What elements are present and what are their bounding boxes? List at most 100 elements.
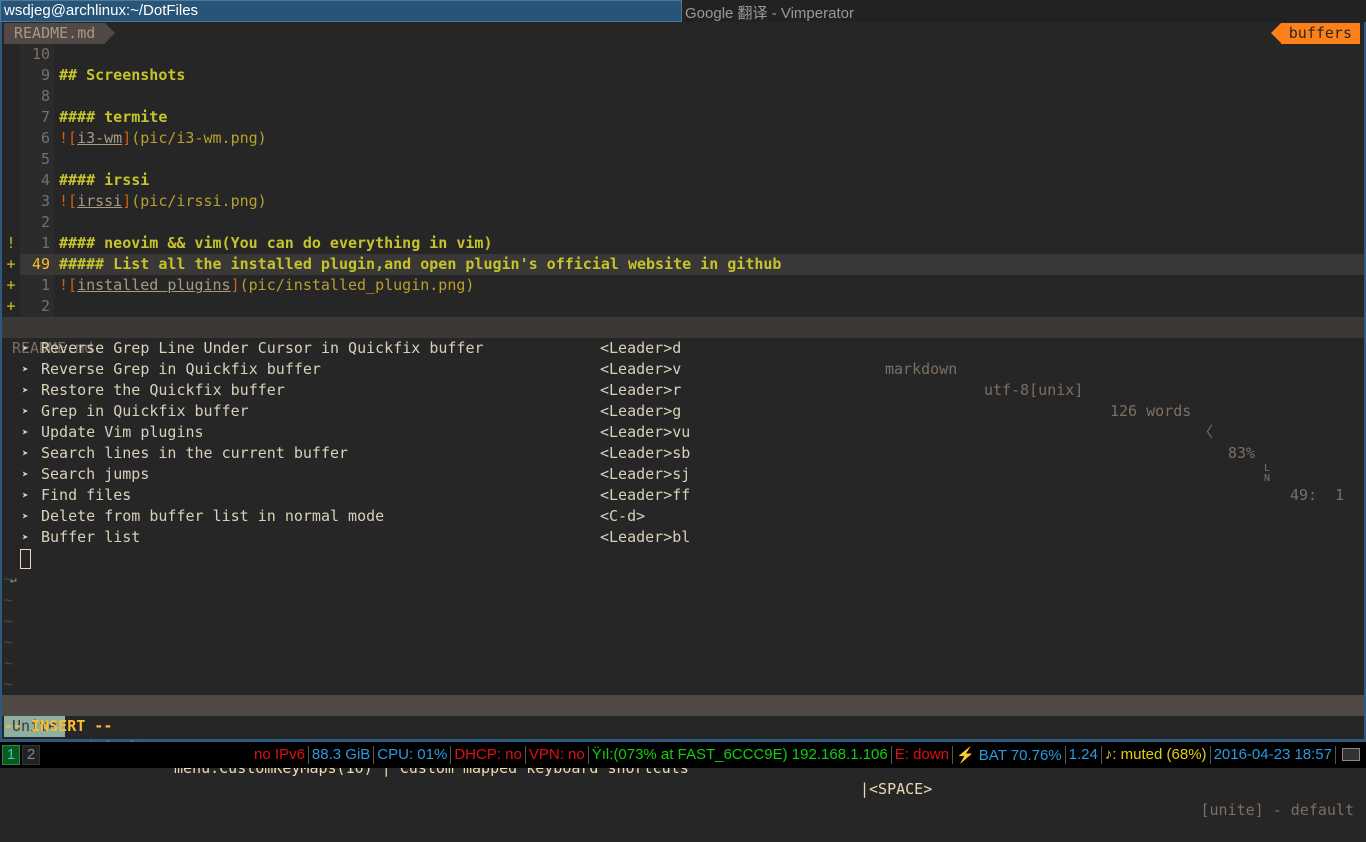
- window-tab-terminal[interactable]: wsdjeg@archlinux:~/DotFiles: [0, 0, 682, 22]
- editor-line: 7 #### termite: [2, 107, 1364, 128]
- cursor: [20, 549, 31, 569]
- arrow-icon: ➤: [22, 489, 29, 502]
- editor-line: 6 ![i3-wm](pic/i3-wm.png): [2, 128, 1364, 149]
- editor-line: 2: [2, 212, 1364, 233]
- menu-item[interactable]: ➤ Restore the Quickfix buffer <Leader>r: [2, 380, 1364, 401]
- menu-item-label: Search jumps: [41, 465, 150, 483]
- menu-item[interactable]: ➤ Reverse Grep in Quickfix buffer <Leader>…: [2, 359, 1364, 380]
- text-span: ]: [122, 192, 132, 210]
- empty-line-tilde: ~: [4, 633, 14, 651]
- line-text: #### termite: [59, 107, 167, 128]
- arrow-icon: ➤: [22, 384, 29, 397]
- line-number: 8: [20, 86, 54, 107]
- arrow-icon: ➤: [22, 468, 29, 481]
- line-text: ![i3-wm](pic/i3-wm.png): [59, 128, 267, 149]
- workspace-1[interactable]: 1: [2, 745, 20, 765]
- editor-line: ! 1 #### neovim && vim(You can do everythi…: [2, 233, 1364, 254]
- workspace-2[interactable]: 2: [22, 745, 40, 765]
- empty-line-tilde: ~: [4, 591, 14, 609]
- menu-item[interactable]: ➤ Update Vim plugins <Leader>vu: [2, 422, 1364, 443]
- line-text: ## Screenshots: [59, 65, 185, 86]
- menu-item[interactable]: ➤ Find files <Leader>ff: [2, 485, 1364, 506]
- menu-item[interactable]: ➤ Grep in Quickfix buffer <Leader>g: [2, 401, 1364, 422]
- line-number: 6: [20, 128, 54, 149]
- editor-line: +2: [2, 296, 1364, 317]
- text-span: #### neovim && vim(You can do everything…: [59, 234, 493, 252]
- editor-line: 10: [2, 44, 1364, 65]
- keyboard-icon[interactable]: [1342, 748, 1360, 761]
- menu-item-label: Reverse Grep in Quickfix buffer: [41, 360, 321, 378]
- status-block: no IPv6: [251, 746, 309, 764]
- text-span: ![: [59, 276, 78, 294]
- menu-item-label: Grep in Quickfix buffer: [41, 402, 249, 420]
- line-text: ![installed plugins](pic/installed_plugi…: [59, 275, 474, 296]
- editor-line: 9 ## Screenshots: [2, 65, 1364, 86]
- editor-line: 5: [2, 149, 1364, 170]
- arrow-icon: ➤: [22, 405, 29, 418]
- line-number: 10: [20, 44, 54, 65]
- text-span: installed plugins: [77, 276, 231, 294]
- tab-readme[interactable]: README.md: [4, 23, 116, 44]
- i3bar: 1 2 no IPv6 88.3 GiB CPU: 01% DHCP: no VPN: …: [0, 742, 1366, 768]
- text-span: (pic/irssi.png): [131, 192, 267, 210]
- empty-line-tilde: ~: [4, 675, 14, 693]
- status-block: 1.24: [1066, 746, 1102, 764]
- line-text: #### neovim && vim(You can do everything…: [59, 233, 492, 254]
- menu-item-key: <Leader>v: [600, 360, 682, 378]
- menu-item-label: Update Vim plugins: [41, 423, 204, 441]
- line-text: #### irssi: [59, 170, 149, 191]
- line-number: 2: [20, 212, 54, 233]
- menu-item-key: <Leader>sj: [600, 465, 691, 483]
- menu-item-label: Restore the Quickfix buffer: [41, 381, 285, 399]
- menu-item-key: <C-d>: [600, 507, 646, 525]
- menu-item[interactable]: ➤ Reverse Grep Line Under Cursor in Quick…: [2, 338, 1364, 359]
- text-span: #### irssi: [59, 171, 150, 189]
- text-span: ![: [59, 192, 78, 210]
- vim-window: README.md buffers 10 9 ## Screenshots 8 7 ###…: [0, 22, 1366, 819]
- menu-item-label: Reverse Grep Line Under Cursor in Quickf…: [41, 339, 484, 357]
- menu-item-label: Buffer list: [41, 528, 141, 546]
- buffers-label: buffers: [1270, 23, 1360, 44]
- menu-item-label: Delete from buffer list in normal mode: [41, 507, 385, 525]
- text-span: i3-wm: [77, 129, 123, 147]
- editor-line: +49 ##### List all the installed plugin,a…: [2, 254, 1364, 275]
- git-sign: +: [2, 296, 20, 317]
- arrow-icon: ➤: [22, 531, 29, 544]
- line-number: 1: [20, 233, 54, 254]
- menu-item[interactable]: ➤ Search lines in the current buffer <Lead…: [2, 443, 1364, 464]
- text-span: ##### List all the installed plugin,and …: [59, 255, 782, 273]
- line-number: 7: [20, 107, 54, 128]
- menu-item[interactable]: ➤ Buffer list <Leader>bl: [2, 527, 1364, 548]
- arrow-icon: ➤: [22, 447, 29, 460]
- menu-item-label: Search lines in the current buffer: [41, 444, 349, 462]
- status-block: DHCP: no: [451, 746, 526, 764]
- line-number: 49: [20, 254, 54, 275]
- status-block: ♪: muted (68%): [1102, 746, 1211, 764]
- status-block: CPU: 01%: [374, 746, 452, 764]
- line-number: 4: [20, 170, 54, 191]
- text-span: (pic/installed_plugin.png): [239, 276, 475, 294]
- text-span: ]: [230, 276, 240, 294]
- line-number: 1: [20, 275, 54, 296]
- menu-item-key: <Leader>g: [600, 402, 682, 420]
- line-number: 5: [20, 149, 54, 170]
- status-blocks: no IPv6 88.3 GiB CPU: 01% DHCP: no VPN: no Ÿı…: [251, 746, 1366, 764]
- status-block: VPN: no: [526, 746, 589, 764]
- git-sign: +: [2, 275, 20, 296]
- arrow-icon: ➤: [22, 510, 29, 523]
- prompt-line[interactable]: ↵: [2, 548, 1364, 586]
- empty-line-tilde: ~: [4, 612, 14, 630]
- menu-item[interactable]: ➤ Delete from buffer list in normal mode <…: [2, 506, 1364, 527]
- menu-item-key: <Leader>sb: [600, 444, 691, 462]
- menu-item[interactable]: ➤ Search jumps <Leader>sj: [2, 464, 1364, 485]
- window-tab-vimperator[interactable]: Google 翻译 - Vimperator: [682, 0, 1366, 22]
- tabline: README.md buffers: [2, 22, 1364, 44]
- line-number: 3: [20, 191, 54, 212]
- editor-line: 4 #### irssi: [2, 170, 1364, 191]
- text-span: ]: [122, 129, 132, 147]
- editor-line: +1 ![installed plugins](pic/installed_plu…: [2, 275, 1364, 296]
- statusline: README.md markdown utf-8[unix] 126 words…: [2, 317, 1364, 504]
- menu-item-key: <Leader>r: [600, 381, 682, 399]
- unite-key: |<SPACE>: [860, 780, 933, 798]
- line-text: ##### List all the installed plugin,and …: [59, 254, 781, 275]
